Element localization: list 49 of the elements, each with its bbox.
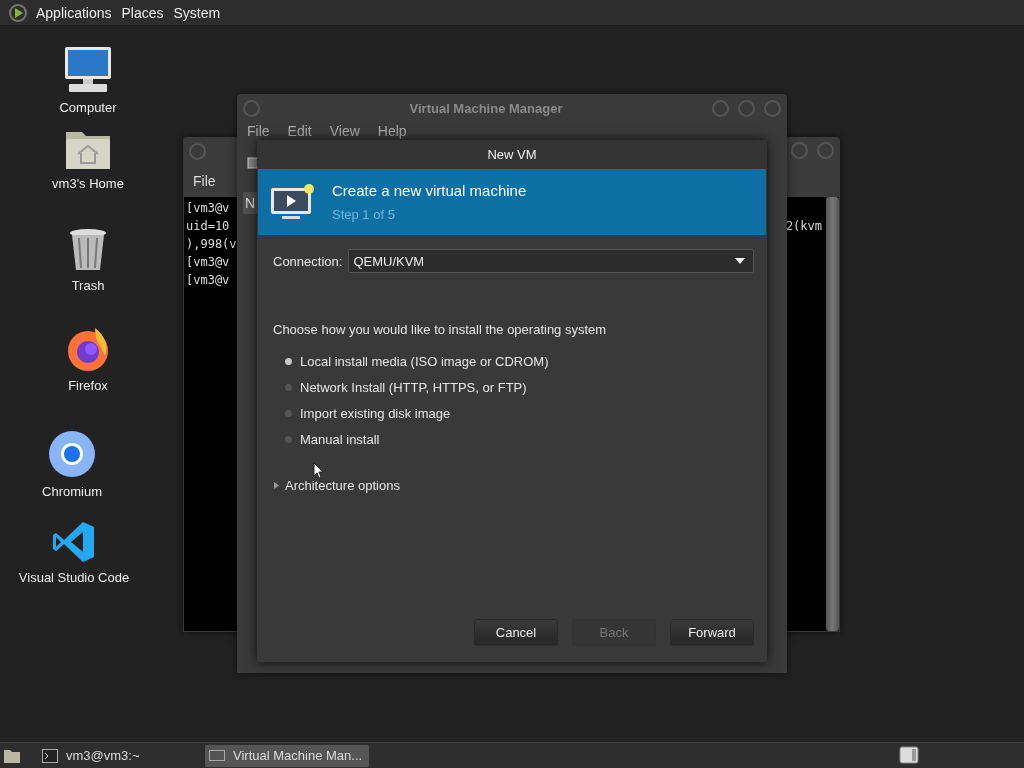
menu-item[interactable]: Edit bbox=[287, 123, 312, 139]
logo-icon[interactable] bbox=[8, 2, 28, 23]
code-editor-icon[interactable] bbox=[52, 520, 96, 564]
menu-item[interactable]: Help bbox=[377, 123, 407, 139]
terminal-output: 2(kvm bbox=[785, 218, 822, 235]
step-label: Step 1 of 5 bbox=[332, 207, 396, 222]
trash-icon[interactable] bbox=[69, 228, 107, 272]
radio-button[interactable] bbox=[285, 435, 292, 443]
terminal-icon bbox=[42, 748, 58, 763]
caret-icon bbox=[735, 258, 745, 264]
mouse-pointer-icon bbox=[313, 462, 324, 479]
computer-icon[interactable] bbox=[63, 46, 113, 94]
radio-button[interactable] bbox=[285, 383, 292, 391]
banner-title: Create a new virtual machine bbox=[332, 182, 527, 199]
radio-button[interactable] bbox=[285, 409, 292, 417]
option-label[interactable]: Network Install (HTTP, HTTPS, or FTP) bbox=[300, 379, 527, 395]
icon-label[interactable]: Chromium bbox=[42, 484, 102, 499]
panel-menu[interactable]: Places bbox=[119, 4, 172, 21]
menu-item[interactable]: View bbox=[329, 123, 360, 139]
connection-dropdown[interactable]: QEMU/KVM bbox=[348, 249, 754, 273]
menu-item[interactable]: File bbox=[247, 123, 270, 139]
dialog-title: New VM bbox=[257, 140, 767, 169]
chromium-icon[interactable] bbox=[48, 430, 96, 478]
workspace-icon[interactable] bbox=[899, 746, 919, 764]
icon-label[interactable]: Trash bbox=[71, 278, 105, 293]
terminal-output: [vm3@v uid=10 ),998(v [vm3@v [vm3@v bbox=[186, 200, 237, 289]
scrollbar[interactable] bbox=[826, 197, 839, 631]
radio-button[interactable] bbox=[285, 357, 292, 365]
prompt-text: Choose how you would like to install the operating system bbox=[273, 322, 608, 337]
expander-label[interactable]: Architecture options bbox=[285, 478, 400, 493]
expander-arrow-icon[interactable] bbox=[274, 482, 279, 489]
panel-menu[interactable]: Applications bbox=[34, 4, 120, 21]
option-label[interactable]: Import existing disk image bbox=[300, 405, 451, 421]
dialog-button[interactable]: Forward bbox=[670, 619, 754, 646]
taskbar-button[interactable]: Virtual Machine Man... bbox=[205, 744, 369, 767]
icon-label[interactable]: Firefox bbox=[68, 378, 108, 393]
taskbar-button[interactable]: vm3@vm3:~ bbox=[38, 744, 202, 767]
dialog-button[interactable]: Cancel bbox=[474, 619, 558, 646]
menu-item[interactable]: File bbox=[193, 173, 216, 189]
icon-label[interactable]: Computer bbox=[59, 100, 117, 115]
panel-menu[interactable]: System bbox=[171, 4, 229, 21]
icon-label[interactable]: Visual Studio Code bbox=[18, 570, 130, 585]
firefox-icon[interactable] bbox=[65, 326, 111, 372]
window-title: Virtual Machine Manager bbox=[408, 100, 564, 116]
option-label[interactable]: Local install media (ISO image or CDROM) bbox=[300, 353, 549, 369]
field-label: Connection: bbox=[273, 253, 343, 269]
icon-label[interactable]: vm3's Home bbox=[52, 176, 124, 191]
folder-icon[interactable] bbox=[3, 747, 21, 764]
option-label[interactable]: Manual install bbox=[300, 431, 380, 447]
